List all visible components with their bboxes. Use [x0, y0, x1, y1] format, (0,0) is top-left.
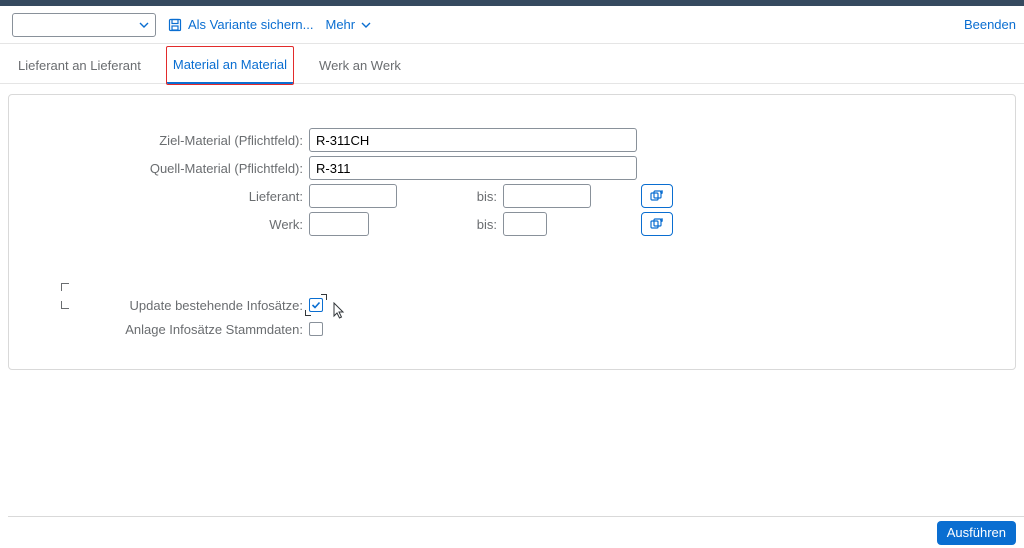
quell-material-input[interactable] — [309, 156, 637, 180]
exit-button[interactable]: Beenden — [964, 17, 1016, 32]
check-icon — [311, 300, 321, 310]
row-lieferant: Lieferant: bis: — [29, 183, 995, 209]
save-icon — [168, 18, 182, 32]
ziel-material-label: Ziel-Material (Pflichtfeld): — [29, 133, 309, 148]
lieferant-label: Lieferant: — [29, 189, 309, 204]
tabstrip: Lieferant an Lieferant Material an Mater… — [0, 44, 1024, 84]
save-as-variant-label: Als Variante sichern... — [188, 17, 313, 32]
tab-lieferant-an-lieferant[interactable]: Lieferant an Lieferant — [12, 48, 147, 83]
row-ziel-material: Ziel-Material (Pflichtfeld): — [29, 127, 995, 153]
checkbox-section: Update bestehende Infosätze: Anlage Info… — [29, 293, 995, 341]
row-update-infosaetze: Update bestehende Infosätze: — [29, 293, 995, 317]
multi-select-icon — [650, 190, 664, 202]
tab-label: Lieferant an Lieferant — [18, 58, 141, 73]
ziel-material-input[interactable] — [309, 128, 637, 152]
lieferant-bis-label: bis: — [397, 189, 503, 204]
chevron-down-icon — [139, 20, 149, 30]
exit-label: Beenden — [964, 17, 1016, 32]
toolbar: Als Variante sichern... Mehr Beenden — [0, 6, 1024, 44]
footer-bar: Ausführen — [8, 516, 1024, 548]
row-werk: Werk: bis: — [29, 211, 995, 237]
form-panel: Ziel-Material (Pflichtfeld): Quell-Mater… — [8, 94, 1016, 370]
werk-from-input[interactable] — [309, 212, 369, 236]
anlage-stammdaten-label: Anlage Infosätze Stammdaten: — [29, 322, 309, 337]
update-infosaetze-checkbox[interactable] — [309, 298, 323, 312]
save-as-variant-button[interactable]: Als Variante sichern... — [168, 17, 313, 32]
werk-to-input[interactable] — [503, 212, 547, 236]
lieferant-from-input[interactable] — [309, 184, 397, 208]
more-button[interactable]: Mehr — [325, 17, 371, 32]
multi-select-icon — [650, 218, 664, 230]
tab-label: Werk an Werk — [319, 58, 401, 73]
tab-material-an-material[interactable]: Material an Material — [167, 47, 293, 84]
werk-bis-label: bis: — [369, 217, 503, 232]
execute-button[interactable]: Ausführen — [937, 521, 1016, 545]
update-infosaetze-label: Update bestehende Infosätze: — [29, 298, 309, 313]
lieferant-multi-select-button[interactable] — [641, 184, 673, 208]
tab-content: Ziel-Material (Pflichtfeld): Quell-Mater… — [0, 84, 1024, 380]
anlage-stammdaten-checkbox[interactable] — [309, 322, 323, 336]
werk-label: Werk: — [29, 217, 309, 232]
row-anlage-stammdaten: Anlage Infosätze Stammdaten: — [29, 317, 995, 341]
tab-werk-an-werk[interactable]: Werk an Werk — [313, 48, 407, 83]
chevron-down-icon — [361, 20, 371, 30]
row-quell-material: Quell-Material (Pflichtfeld): — [29, 155, 995, 181]
lieferant-to-input[interactable] — [503, 184, 591, 208]
tab-label: Material an Material — [173, 57, 287, 72]
variant-selector[interactable] — [12, 13, 156, 37]
quell-material-label: Quell-Material (Pflichtfeld): — [29, 161, 309, 176]
werk-multi-select-button[interactable] — [641, 212, 673, 236]
more-label: Mehr — [325, 17, 355, 32]
